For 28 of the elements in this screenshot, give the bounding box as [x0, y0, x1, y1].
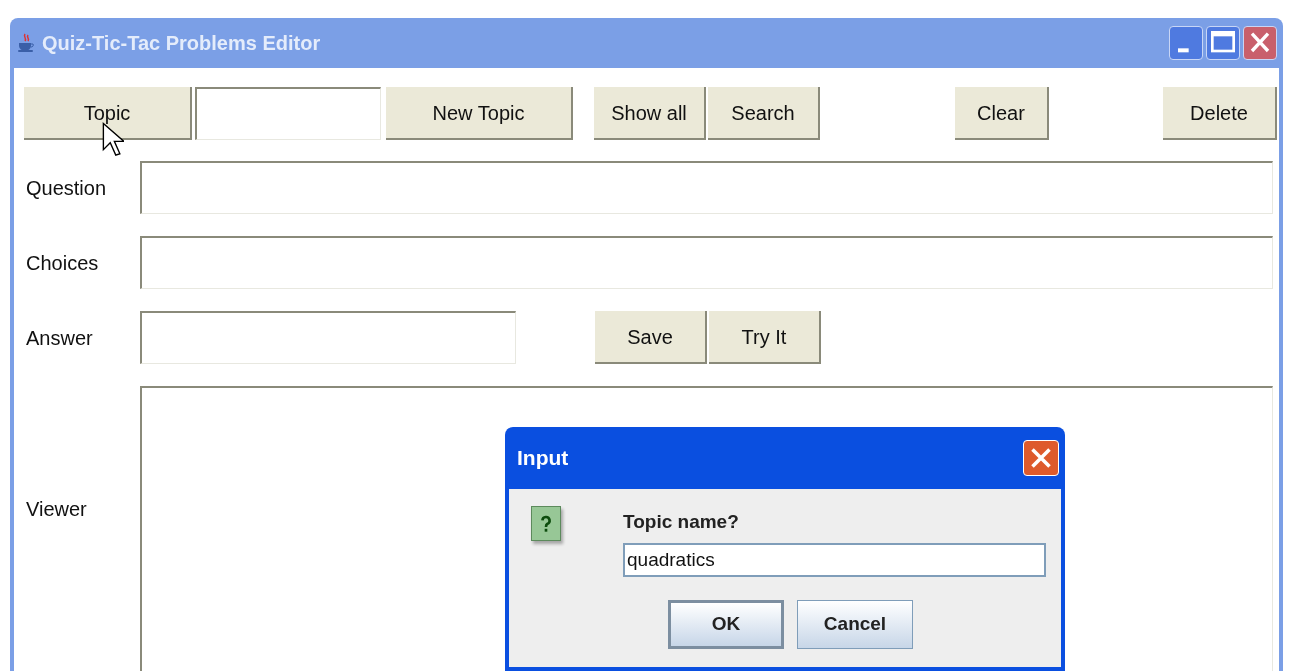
toolbar-button[interactable]: Show all — [594, 87, 706, 140]
toolbar-button[interactable]: Topic — [24, 87, 192, 140]
field-label: Viewer — [26, 497, 88, 522]
coffee-cup-icon — [16, 33, 36, 53]
toolbar-button[interactable]: Search — [708, 87, 820, 140]
close-icon[interactable] — [1243, 26, 1277, 60]
text-field[interactable] — [140, 161, 1273, 214]
text-field[interactable] — [140, 311, 516, 364]
topic-field[interactable] — [195, 87, 381, 140]
toolbar-button[interactable]: Delete — [1163, 87, 1277, 140]
dialog-button[interactable]: Cancel — [797, 599, 913, 649]
window-title: Quiz-Tic-Tac Problems Editor — [42, 31, 321, 56]
dialog-title: Input — [517, 445, 569, 472]
dialog-button[interactable]: OK — [668, 599, 784, 649]
field-label: Answer — [26, 325, 94, 351]
input-field[interactable]: quadratics — [623, 542, 1046, 577]
maximize-icon[interactable] — [1206, 26, 1240, 60]
prompt-label: Topic name? — [623, 510, 740, 534]
minimize-icon[interactable] — [1169, 26, 1203, 60]
text-field[interactable] — [140, 236, 1273, 289]
form-button[interactable]: Try It — [709, 311, 821, 364]
cursor-icon — [102, 122, 124, 158]
field-label: Choices — [26, 250, 100, 276]
toolbar-button[interactable]: New Topic — [386, 87, 573, 140]
form-button[interactable]: Save — [595, 311, 707, 364]
toolbar-button[interactable]: Clear — [955, 87, 1049, 140]
field-label: Question — [26, 175, 108, 201]
question-icon — [531, 506, 561, 541]
